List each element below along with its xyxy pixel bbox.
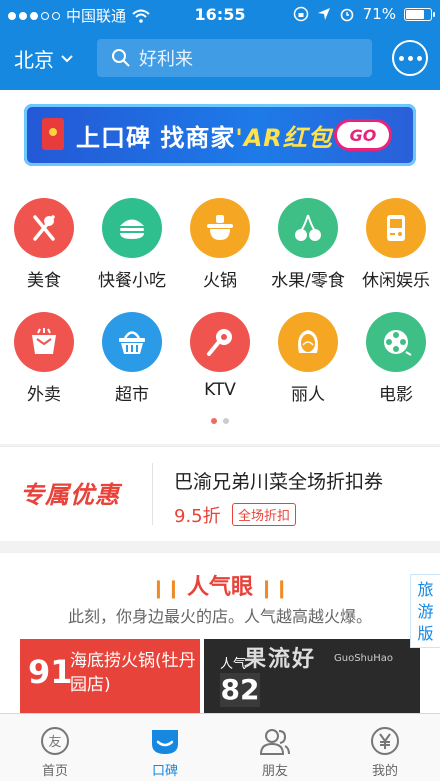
category-label: 外卖 [27,385,61,405]
coupon-tag: 全场折扣 [232,503,297,526]
svg-text:友: 友 [48,734,61,750]
popular-subtitle: 此刻，你身边最火的店。人气越高越火爆。 [67,607,372,626]
coupon-brand: 专属优惠 [20,481,120,509]
category-label: 水果/零食 [271,271,345,291]
city-label: 北京 [14,48,54,72]
category-label: 快餐小吃 [98,271,166,291]
yen-icon [368,724,402,758]
category-label: 火锅 [203,271,237,291]
popularity-label: 人气 [220,657,247,672]
tab-label: 朋友 [261,764,288,779]
category-label: 休闲娱乐 [362,271,430,291]
tab-label: 我的 [371,764,398,779]
basket-icon [102,312,162,372]
exclusive-coupon[interactable]: 专属优惠 巴渝兄弟川菜全场折扣券 9.5折 全场折扣 [0,446,440,541]
hotpot-icon [190,198,250,258]
city-selector[interactable]: 北京 [14,44,74,73]
travel-version-button[interactable]: 旅游版 [410,574,440,648]
category-ktv[interactable]: KTV [176,312,264,400]
category-movie[interactable]: 电影 [352,312,440,405]
home-friend-icon: 友 [38,724,72,758]
popularity-score: 82 [220,673,260,707]
main-panel: 上口碑 找商家'AR红包 GO 美食 快餐小吃 火锅 水果/零食 休闲娱乐 外卖… [0,90,440,444]
category-fastfood[interactable]: 快餐小吃 [88,198,176,291]
popular-card[interactable]: 91 海底捞火锅(牡丹园店) [20,639,200,713]
battery-icon [404,7,435,21]
divider [152,463,153,525]
koubei-icon [148,724,182,758]
battery-percent: 71% [362,5,396,23]
popularity-score: 91 [28,653,73,691]
red-envelope-icon [42,118,64,150]
search-icon [112,49,130,67]
banner-text: 上口碑 找商家 [76,124,236,152]
category-label: 超市 [115,385,149,405]
location-icon [317,8,330,20]
tab-koubei[interactable]: 口碑 [110,714,220,781]
friends-icon [258,724,292,758]
coupon-price: 9.5折 [174,506,221,527]
rotation-lock-icon [293,6,308,22]
chevron-down-icon [61,54,73,62]
shop-sign: 果流好 [244,647,317,672]
tab-label: 首页 [41,764,68,779]
takeout-box-icon [14,312,74,372]
face-icon [278,312,338,372]
burger-icon [102,198,162,258]
fork-knife-icon [14,198,74,258]
popular-title: ❙❙ 人气眼 ❙❙ [0,569,440,601]
category-label: 电影 [379,385,413,405]
ar-redpacket-banner[interactable]: 上口碑 找商家'AR红包 GO [24,104,416,166]
popular-section: ❙❙ 人气眼 ❙❙ 此刻，你身边最火的店。人气越高越火爆。 91 海底捞火锅(牡丹园… [0,553,440,713]
gameboy-icon [366,198,426,258]
category-label: 美食 [27,271,61,291]
category-leisure[interactable]: 休闲娱乐 [352,198,440,291]
film-reel-icon [366,312,426,372]
search-placeholder: 好利来 [139,49,193,70]
tab-friends[interactable]: 朋友 [220,714,330,781]
tab-label: 口碑 [151,764,178,779]
shop-sign-en: GuoShuHao [334,653,393,664]
category-label: KTV [204,380,236,400]
status-bar: 中国联通 16:55 71% [0,0,440,30]
popular-title-text: 人气眼 [186,575,253,600]
page-indicator [0,418,440,424]
search-input[interactable]: 好利来 [97,39,372,77]
category-food[interactable]: 美食 [0,198,88,291]
popular-card[interactable]: 果流好 GuoShuHao 人气 82 [204,639,420,713]
category-hotpot[interactable]: 火锅 [176,198,264,291]
coupon-title: 巴渝兄弟川菜全场折扣券 [174,471,384,493]
alarm-icon [340,8,353,22]
cherry-icon [278,198,338,258]
tab-mine[interactable]: 我的 [330,714,440,781]
category-fruit[interactable]: 水果/零食 [264,198,352,291]
banner-ar-text: 'AR红包 [235,124,333,152]
flame-bars-icon: ❙❙ [150,578,181,599]
banner-go-button[interactable]: GO [334,119,392,151]
category-takeout[interactable]: 外卖 [0,312,88,405]
tab-home[interactable]: 友 首页 [0,714,110,781]
microphone-icon [190,312,250,372]
category-label: 丽人 [291,385,325,405]
top-bar: 中国联通 16:55 71% 北京 好利来 [0,0,440,90]
shop-name: 海底捞火锅(牡丹园店) [70,651,196,695]
flame-bars-icon: ❙❙ [259,578,290,599]
more-button[interactable] [392,40,428,76]
tab-bar: 友 首页 口碑 朋友 我的 [0,713,440,781]
category-beauty[interactable]: 丽人 [264,312,352,405]
category-supermarket[interactable]: 超市 [88,312,176,405]
